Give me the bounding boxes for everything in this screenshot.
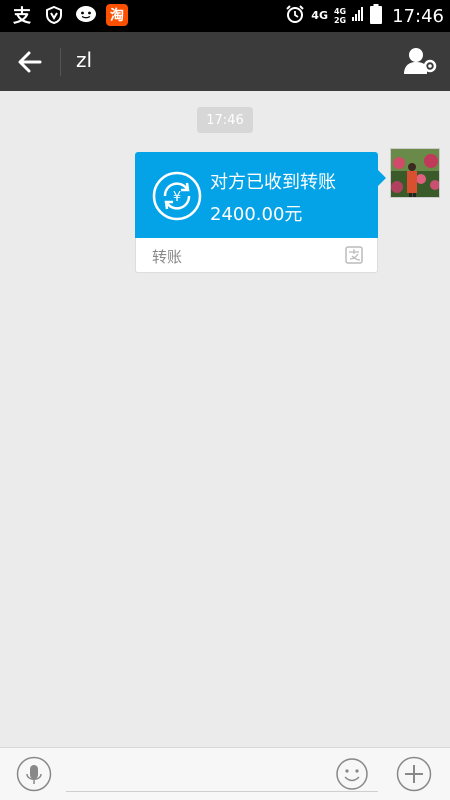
status-bar-notifications: 支 淘 (10, 3, 128, 27)
message-input-bar (0, 747, 450, 800)
more-options-button[interactable] (396, 756, 432, 792)
transfer-card-footer: 转账 (135, 238, 378, 273)
arrow-left-icon (18, 51, 42, 73)
alipay-icon: 支 (13, 6, 31, 27)
header-divider (60, 48, 61, 76)
alipay-logo-icon (345, 246, 363, 264)
chat-header: zl (0, 32, 450, 91)
bubble-tail (378, 170, 386, 186)
transfer-card-header: ¥ 对方已收到转账 2400.00元 (135, 152, 378, 238)
alarm-icon (285, 4, 305, 28)
transfer-status-text: 对方已收到转账 (210, 172, 336, 193)
user-photo (391, 149, 439, 197)
message-timestamp: 17:46 (197, 107, 253, 133)
voice-button[interactable] (16, 756, 52, 792)
network-type-secondary: 4G 2G (333, 7, 347, 25)
chat-settings-button[interactable] (402, 44, 438, 80)
transfer-card-type: 转账 (152, 248, 183, 266)
transfer-icon: ¥ (151, 170, 203, 222)
shield-icon (42, 3, 66, 27)
taobao-icon: 淘 (106, 4, 128, 26)
emoji-button[interactable] (335, 757, 369, 791)
transfer-message-card[interactable]: ¥ 对方已收到转账 2400.00元 转账 (135, 152, 386, 273)
network-type-primary: 4G (311, 9, 328, 22)
battery-icon (370, 4, 383, 28)
svg-text:¥: ¥ (173, 190, 181, 205)
status-time: 17:46 (392, 5, 444, 27)
status-bar: 支 淘 4G 4G 2G 17:46 (0, 0, 450, 32)
plus-icon (396, 756, 432, 792)
user-settings-icon (404, 48, 437, 74)
chat-bubble-icon (74, 3, 98, 27)
chat-title: zl (76, 48, 93, 72)
back-button[interactable] (12, 44, 48, 80)
status-bar-system: 4G 4G 2G 17:46 (285, 0, 444, 32)
avatar[interactable] (390, 148, 440, 198)
transfer-amount: 2400.00元 (210, 204, 303, 225)
signal-icon (352, 5, 364, 27)
message-input[interactable] (66, 758, 378, 792)
smiley-icon (336, 758, 368, 790)
microphone-icon (16, 756, 52, 792)
